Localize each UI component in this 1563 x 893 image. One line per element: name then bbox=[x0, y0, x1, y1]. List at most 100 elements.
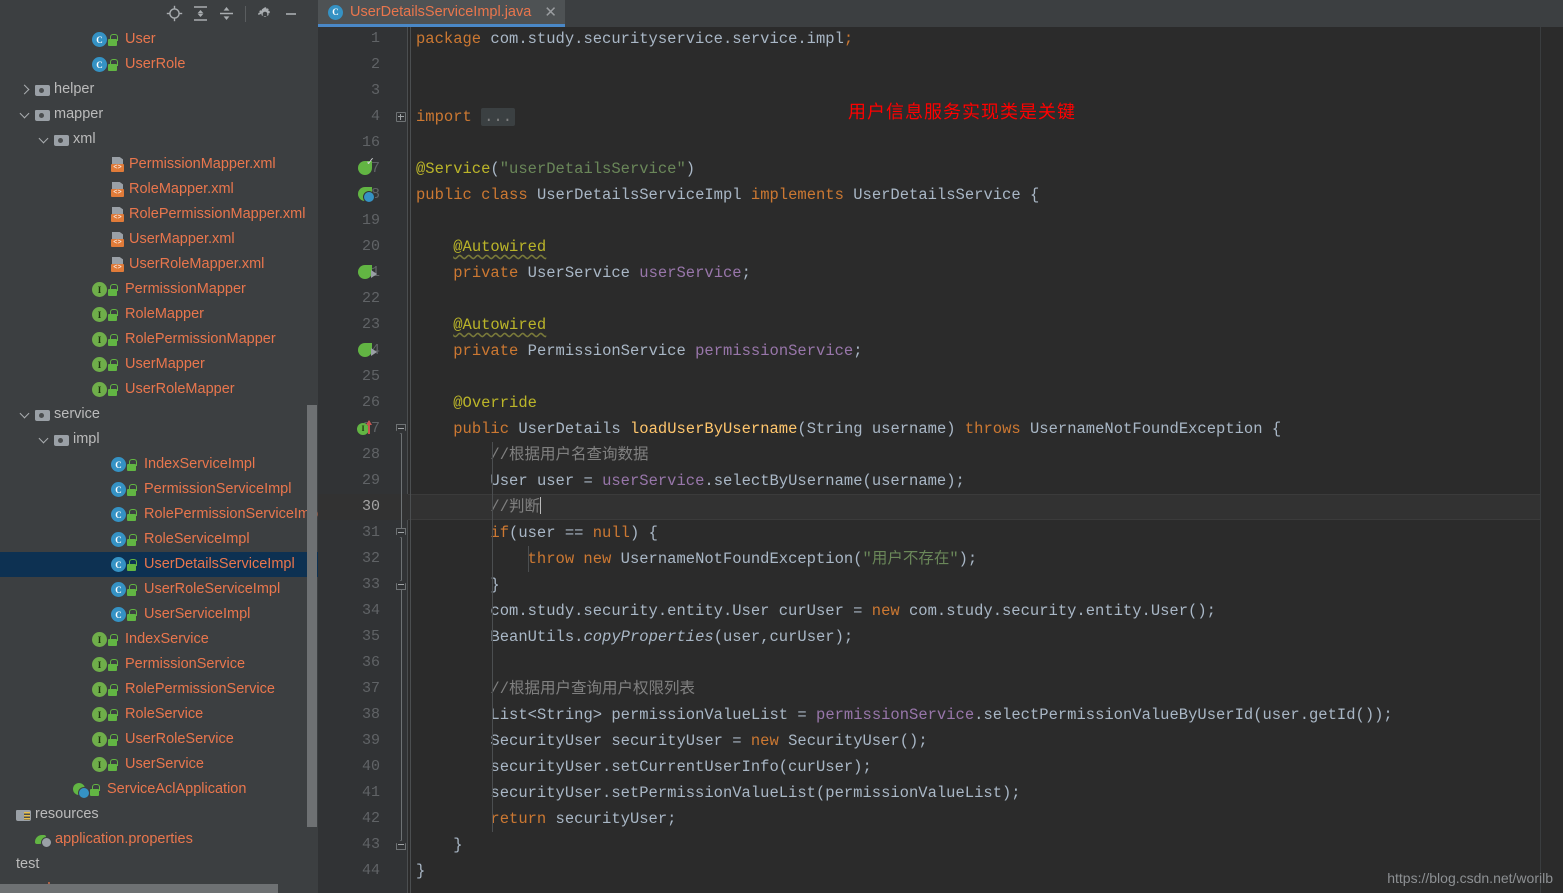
code-line-44[interactable]: } bbox=[416, 858, 425, 884]
code-line-28[interactable]: //根据用户名查询数据 bbox=[416, 442, 648, 468]
editor-code[interactable]: package com.study.securityservice.servic… bbox=[408, 27, 1540, 893]
tree-item-roleserviceimpl[interactable]: C RoleServiceImpl bbox=[0, 527, 318, 552]
tree-item-test[interactable]: test bbox=[0, 852, 318, 877]
left-code-border bbox=[410, 27, 411, 893]
project-tree-vertical-scrollbar[interactable] bbox=[307, 405, 317, 827]
spring-bean-icon[interactable] bbox=[358, 187, 375, 203]
tree-item-userrolemapper-xml[interactable]: UserRoleMapper.xml bbox=[0, 252, 318, 277]
editor-gutter[interactable]: 1234161718192021222324252627282930313233… bbox=[318, 27, 392, 893]
chevron-down-icon[interactable] bbox=[38, 433, 51, 446]
editor-fold-strip[interactable] bbox=[392, 27, 408, 893]
code-line-33[interactable]: } bbox=[416, 572, 499, 598]
chevron-down-icon[interactable] bbox=[38, 133, 51, 146]
code-line-43[interactable]: } bbox=[416, 832, 462, 858]
tree-item-rolemapper-xml[interactable]: RoleMapper.xml bbox=[0, 177, 318, 202]
line-number-43: 43 bbox=[361, 836, 380, 853]
project-tree-horizontal-scrollbar[interactable] bbox=[0, 884, 278, 893]
tree-item-userrole[interactable]: C UserRole bbox=[0, 52, 318, 77]
implementing-method-icon[interactable]: I bbox=[357, 420, 373, 437]
code-line-42[interactable]: return securityUser; bbox=[416, 806, 676, 832]
code-line-1[interactable]: package com.study.securityservice.servic… bbox=[416, 27, 853, 52]
tree-item-permissionmapper-xml[interactable]: PermissionMapper.xml bbox=[0, 152, 318, 177]
tree-item-resources[interactable]: resources bbox=[0, 802, 318, 827]
editor-error-stripe[interactable] bbox=[1540, 27, 1563, 893]
expand-all-icon[interactable] bbox=[187, 2, 213, 26]
tree-item-application-properties[interactable]: application.properties bbox=[0, 827, 318, 852]
chevron-right-icon[interactable] bbox=[19, 83, 32, 96]
code-line-17[interactable]: @Service("userDetailsService") bbox=[416, 156, 695, 182]
project-tree[interactable]: C UserC UserRolehelpermapperxmlPermissio… bbox=[0, 27, 318, 884]
folder-icon bbox=[35, 108, 50, 121]
tree-item-service[interactable]: service bbox=[0, 402, 318, 427]
tree-item-permissionservice[interactable]: I PermissionService bbox=[0, 652, 318, 677]
tree-item-userrolemapper[interactable]: I UserRoleMapper bbox=[0, 377, 318, 402]
spring-autowired-icon[interactable] bbox=[358, 343, 377, 359]
code-line-23[interactable]: @Autowired bbox=[416, 312, 546, 338]
code-line-4[interactable]: import ... bbox=[416, 104, 516, 130]
tree-item-userservice[interactable]: I UserService bbox=[0, 752, 318, 777]
code-line-38[interactable]: List<String> permissionValueList = permi… bbox=[416, 702, 1392, 728]
code-line-24[interactable]: private PermissionService permissionServ… bbox=[416, 338, 862, 364]
xml-file-icon bbox=[111, 207, 125, 222]
tree-item-permissionmapper[interactable]: I PermissionMapper bbox=[0, 277, 318, 302]
tree-item-userroleservice[interactable]: I UserRoleService bbox=[0, 727, 318, 752]
minimize-icon[interactable] bbox=[278, 2, 304, 26]
code-line-18[interactable]: public class UserDetailsServiceImpl impl… bbox=[416, 182, 1039, 208]
spring-autowired-icon[interactable] bbox=[358, 265, 377, 281]
class-badge: C bbox=[111, 457, 126, 472]
tree-item-helper[interactable]: helper bbox=[0, 77, 318, 102]
tree-item-n-xml[interactable]: n.xml bbox=[0, 877, 318, 884]
code-line-31[interactable]: if(user == null) { bbox=[416, 520, 657, 546]
fold-expand-imports[interactable] bbox=[396, 112, 407, 123]
fold-end-method[interactable] bbox=[396, 840, 407, 851]
tree-item-rolepermissionmapper-xml[interactable]: RolePermissionMapper.xml bbox=[0, 202, 318, 227]
line-number-30: 30 bbox=[361, 498, 380, 515]
tree-item-impl[interactable]: impl bbox=[0, 427, 318, 452]
editor-tab-userdetailsserviceimpl[interactable]: C UserDetailsServiceImpl.java ✕ bbox=[318, 0, 565, 27]
collapse-all-icon[interactable] bbox=[213, 2, 239, 26]
tree-item-user[interactable]: C User bbox=[0, 27, 318, 52]
locate-icon[interactable] bbox=[161, 2, 187, 26]
tree-item-permissionserviceimpl[interactable]: C PermissionServiceImpl bbox=[0, 477, 318, 502]
code-line-40[interactable]: securityUser.setCurrentUserInfo(curUser)… bbox=[416, 754, 871, 780]
code-line-20[interactable]: @Autowired bbox=[416, 234, 546, 260]
code-line-41[interactable]: securityUser.setPermissionValueList(perm… bbox=[416, 780, 1020, 806]
tree-item-mapper[interactable]: mapper bbox=[0, 102, 318, 127]
chevron-down-icon[interactable] bbox=[19, 408, 32, 421]
public-lock-icon bbox=[107, 333, 118, 346]
interface-badge: I bbox=[92, 282, 107, 297]
code-line-34[interactable]: com.study.security.entity.User curUser =… bbox=[416, 598, 1216, 624]
code-line-29[interactable]: User user = userService.selectByUsername… bbox=[416, 468, 964, 494]
tree-item-rolepermissionservice[interactable]: I RolePermissionService bbox=[0, 677, 318, 702]
tree-item-indexservice[interactable]: I IndexService bbox=[0, 627, 318, 652]
chevron-down-icon[interactable] bbox=[19, 108, 32, 121]
gear-icon[interactable] bbox=[252, 2, 278, 26]
tree-item-xml[interactable]: xml bbox=[0, 127, 318, 152]
code-line-26[interactable]: @Override bbox=[416, 390, 537, 416]
tree-item-rolepermissionserviceimpl[interactable]: C RolePermissionServiceImpl bbox=[0, 502, 318, 527]
public-lock-icon bbox=[107, 708, 118, 721]
tree-item-usermapper-xml[interactable]: UserMapper.xml bbox=[0, 227, 318, 252]
tree-item-userserviceimpl[interactable]: C UserServiceImpl bbox=[0, 602, 318, 627]
tree-item-rolemapper[interactable]: I RoleMapper bbox=[0, 302, 318, 327]
public-lock-icon bbox=[126, 483, 137, 496]
code-line-30[interactable]: //判断 bbox=[416, 494, 542, 520]
spring-bean-check-icon[interactable] bbox=[358, 157, 375, 177]
code-line-32[interactable]: throw new UsernameNotFoundException("用户不… bbox=[416, 546, 978, 572]
tree-item-userdetailsserviceimpl[interactable]: C UserDetailsServiceImpl bbox=[0, 552, 318, 577]
code-line-35[interactable]: BeanUtils.copyProperties(user,curUser); bbox=[416, 624, 853, 650]
code-line-37[interactable]: //根据用户查询用户权限列表 bbox=[416, 676, 695, 702]
tree-item-userroleserviceimpl[interactable]: C UserRoleServiceImpl bbox=[0, 577, 318, 602]
code-line-27[interactable]: public UserDetails loadUserByUsername(St… bbox=[416, 416, 1281, 442]
tree-item-serviceaclapplication[interactable]: ServiceAclApplication bbox=[0, 777, 318, 802]
tree-item-indexserviceimpl[interactable]: C IndexServiceImpl bbox=[0, 452, 318, 477]
tree-item-roleservice[interactable]: I RoleService bbox=[0, 702, 318, 727]
leaf-glyph bbox=[358, 187, 375, 203]
code-line-21[interactable]: private UserService userService; bbox=[416, 260, 751, 286]
interface-badge: I bbox=[92, 332, 107, 347]
tree-item-rolepermissionmapper[interactable]: I RolePermissionMapper bbox=[0, 327, 318, 352]
tree-item-usermapper[interactable]: I UserMapper bbox=[0, 352, 318, 377]
close-icon[interactable]: ✕ bbox=[544, 5, 557, 20]
